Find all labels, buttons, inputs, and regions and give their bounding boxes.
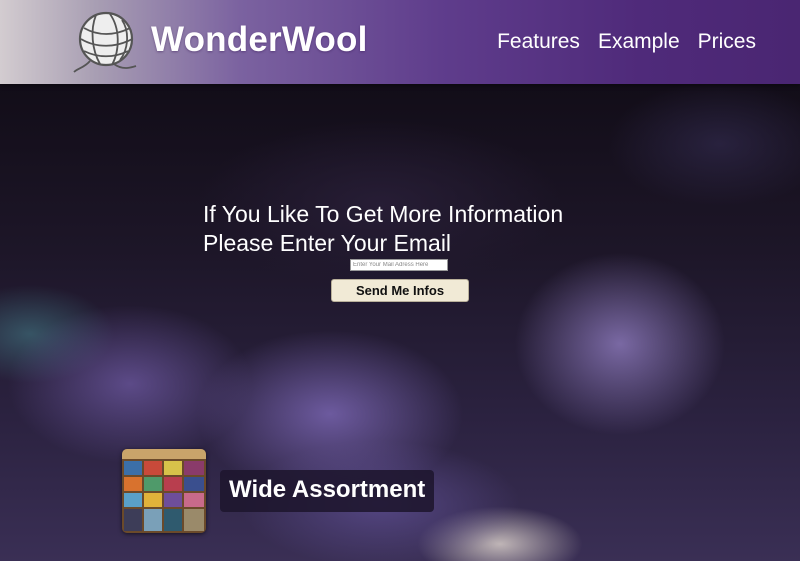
feature-wide-assortment: Wide Assortment: [122, 449, 435, 533]
nav-features-link[interactable]: Features: [497, 30, 580, 54]
send-me-infos-button[interactable]: Send Me Infos: [331, 279, 469, 302]
hero-section: If You Like To Get More Information Plea…: [0, 84, 800, 561]
nav-prices-link[interactable]: Prices: [698, 30, 756, 54]
cta-heading-line-1: If You Like To Get More Information: [203, 201, 564, 227]
cta-heading: If You Like To Get More Information Plea…: [203, 200, 623, 258]
brand-name[interactable]: WonderWool: [151, 20, 368, 60]
cta-heading-line-2: Please Enter Your Email: [203, 230, 452, 256]
signup-form: If You Like To Get More Information Plea…: [203, 200, 623, 302]
email-input[interactable]: [350, 259, 448, 271]
yarn-assortment-image: [122, 449, 206, 533]
feature-label: Wide Assortment: [220, 470, 435, 512]
site-header: WonderWool Features Example Prices: [0, 0, 800, 84]
main-nav: Features Example Prices: [497, 30, 756, 54]
nav-example-link[interactable]: Example: [598, 30, 680, 54]
yarn-ball-icon[interactable]: [70, 6, 142, 78]
